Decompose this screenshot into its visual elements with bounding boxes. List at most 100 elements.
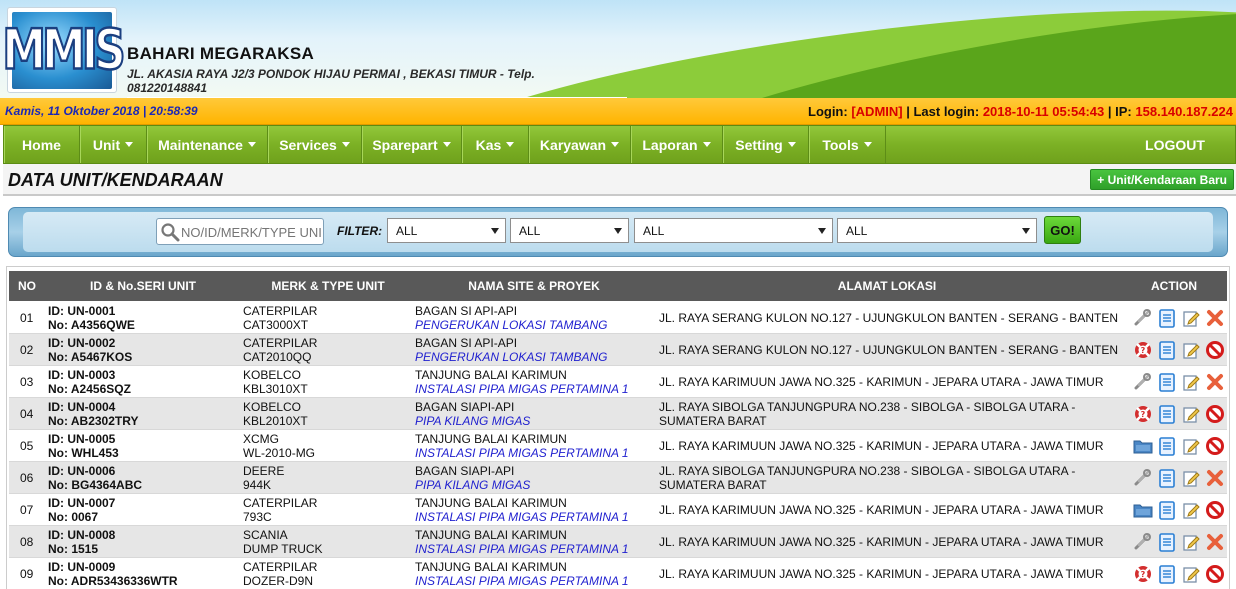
- project-link[interactable]: PENGERUKAN LOKASI TAMBANG: [415, 318, 608, 332]
- unit-brand: KOBELCO: [243, 368, 302, 382]
- caret-down-icon: [611, 142, 620, 147]
- lifebuoy-icon[interactable]: ?: [1133, 340, 1153, 360]
- edit-icon[interactable]: [1181, 372, 1201, 392]
- project-link[interactable]: INSTALASI PIPA MIGAS PERTAMINA 1: [415, 542, 629, 556]
- delete-icon[interactable]: [1205, 468, 1225, 488]
- logo[interactable]: MMIS: [1, 7, 127, 93]
- document-icon[interactable]: [1157, 308, 1177, 328]
- delete-icon[interactable]: [1205, 308, 1225, 328]
- go-button[interactable]: GO!: [1044, 216, 1081, 244]
- row-number: 03: [20, 375, 34, 389]
- forbidden-icon[interactable]: [1205, 340, 1225, 360]
- cell-no: 03: [20, 366, 33, 398]
- dropdown-arrow-icon: [1022, 228, 1030, 234]
- search-input[interactable]: [181, 222, 321, 242]
- logout-button[interactable]: LOGOUT: [1125, 126, 1235, 163]
- site-name: BAGAN SI API-API: [415, 336, 518, 350]
- filter-select-2[interactable]: ALL: [510, 218, 629, 243]
- project-link[interactable]: PENGERUKAN LOKASI TAMBANG: [415, 350, 608, 364]
- nav-laporan[interactable]: Laporan: [631, 126, 723, 163]
- project-link[interactable]: INSTALASI PIPA MIGAS PERTAMINA 1: [415, 574, 629, 588]
- main-navigation: Home Unit Maintenance Services Sparepart…: [3, 125, 1236, 164]
- tools-icon[interactable]: [1133, 532, 1153, 552]
- row-number: 06: [20, 471, 34, 485]
- forbidden-icon[interactable]: [1205, 564, 1225, 584]
- document-icon[interactable]: [1157, 468, 1177, 488]
- cell-merk: CATERPILAR CAT2010QQ: [243, 334, 317, 366]
- document-icon[interactable]: [1157, 500, 1177, 520]
- unit-type: 793C: [243, 510, 272, 524]
- cell-address: JL. RAYA SIBOLGA TANJUNGPURA NO.238 - SI…: [659, 398, 1129, 430]
- cell-actions: [1133, 366, 1225, 398]
- nav-setting[interactable]: Setting: [723, 126, 809, 163]
- search-box[interactable]: [156, 218, 324, 245]
- nav-maintenance[interactable]: Maintenance: [147, 126, 268, 163]
- unit-type: DOZER-D9N: [243, 574, 314, 588]
- nav-kas[interactable]: Kas: [462, 126, 529, 163]
- folder-icon[interactable]: [1133, 436, 1153, 456]
- document-icon[interactable]: [1157, 436, 1177, 456]
- table-row: 05 ID: UN-0005 No: WHL453 XCMG WL-2010-MG TAN…: [9, 430, 1227, 462]
- edit-icon[interactable]: [1181, 500, 1201, 520]
- tools-icon[interactable]: [1133, 372, 1153, 392]
- tools-icon[interactable]: [1133, 308, 1153, 328]
- filter-select-3[interactable]: ALL: [634, 218, 833, 243]
- document-icon[interactable]: [1157, 340, 1177, 360]
- nav-home[interactable]: Home: [4, 126, 80, 163]
- edit-icon[interactable]: [1181, 468, 1201, 488]
- unit-id: ID: UN-0006: [48, 464, 116, 478]
- svg-text:?: ?: [1141, 410, 1146, 419]
- filter-select-4[interactable]: ALL: [837, 218, 1037, 243]
- nav-sparepart[interactable]: Sparepart: [362, 126, 462, 163]
- edit-icon[interactable]: [1181, 532, 1201, 552]
- nav-unit[interactable]: Unit: [80, 126, 147, 163]
- nav-services[interactable]: Services: [268, 126, 362, 163]
- nav-karyawan[interactable]: Karyawan: [529, 126, 631, 163]
- project-link[interactable]: PIPA KILANG MIGAS: [415, 478, 530, 492]
- unit-brand: KOBELCO: [243, 400, 302, 414]
- project-link[interactable]: INSTALASI PIPA MIGAS PERTAMINA 1: [415, 510, 629, 524]
- document-icon[interactable]: [1157, 372, 1177, 392]
- login-user: [ADMIN]: [851, 104, 903, 119]
- filter-select-1[interactable]: ALL: [387, 218, 506, 243]
- add-unit-button[interactable]: + Unit/Kendaraan Baru: [1090, 169, 1234, 190]
- document-icon[interactable]: [1157, 532, 1177, 552]
- table-row: 02 ID: UN-0002 No: A5467KOS CATERPILAR CAT20…: [9, 334, 1227, 366]
- unit-id: ID: UN-0009: [48, 560, 116, 574]
- site-name: TANJUNG BALAI KARIMUN: [415, 528, 567, 542]
- lifebuoy-icon[interactable]: ?: [1133, 564, 1153, 584]
- forbidden-icon[interactable]: [1205, 436, 1225, 456]
- cell-actions: [1133, 430, 1225, 462]
- edit-icon[interactable]: [1181, 308, 1201, 328]
- forbidden-icon[interactable]: [1205, 404, 1225, 424]
- company-name: BAHARI MEGARAKSA: [127, 44, 315, 63]
- unit-serial: No: 1515: [48, 542, 99, 556]
- location-address: JL. RAYA KARIMUUN JAWA NO.325 - KARIMUN …: [659, 375, 1104, 389]
- project-link[interactable]: INSTALASI PIPA MIGAS PERTAMINA 1: [415, 382, 629, 396]
- tools-icon[interactable]: [1133, 468, 1153, 488]
- nav-tools[interactable]: Tools: [809, 126, 886, 163]
- edit-icon[interactable]: [1181, 564, 1201, 584]
- location-address: JL. RAYA SIBOLGA TANJUNGPURA NO.238 - SI…: [659, 400, 1076, 428]
- delete-icon[interactable]: [1205, 372, 1225, 392]
- cell-no: 06: [20, 462, 33, 494]
- nav-label: Unit: [92, 136, 121, 153]
- table-header: NO ID & No.SERI UNIT MERK & TYPE UNIT NA…: [9, 271, 1227, 301]
- table-row: 01 ID: UN-0001 No: A4356QWE CATERPILAR CAT30…: [9, 302, 1227, 334]
- document-icon[interactable]: [1157, 564, 1177, 584]
- unit-type: KBL2010XT: [243, 414, 308, 428]
- project-link[interactable]: PIPA KILANG MIGAS: [415, 414, 530, 428]
- project-link[interactable]: INSTALASI PIPA MIGAS PERTAMINA 1: [415, 446, 629, 460]
- document-icon[interactable]: [1157, 404, 1177, 424]
- cell-address: JL. RAYA KARIMUUN JAWA NO.325 - KARIMUN …: [659, 366, 1129, 398]
- folder-icon[interactable]: [1133, 500, 1153, 520]
- edit-icon[interactable]: [1181, 340, 1201, 360]
- company-address-line: JL. AKASIA RAYA J2/3 PONDOK HIJAU PERMAI…: [127, 67, 535, 81]
- cell-address: JL. RAYA KARIMUUN JAWA NO.325 - KARIMUN …: [659, 430, 1129, 462]
- delete-icon[interactable]: [1205, 532, 1225, 552]
- unit-brand: CATERPILAR: [243, 560, 318, 574]
- lifebuoy-icon[interactable]: ?: [1133, 404, 1153, 424]
- edit-icon[interactable]: [1181, 404, 1201, 424]
- edit-icon[interactable]: [1181, 436, 1201, 456]
- forbidden-icon[interactable]: [1205, 500, 1225, 520]
